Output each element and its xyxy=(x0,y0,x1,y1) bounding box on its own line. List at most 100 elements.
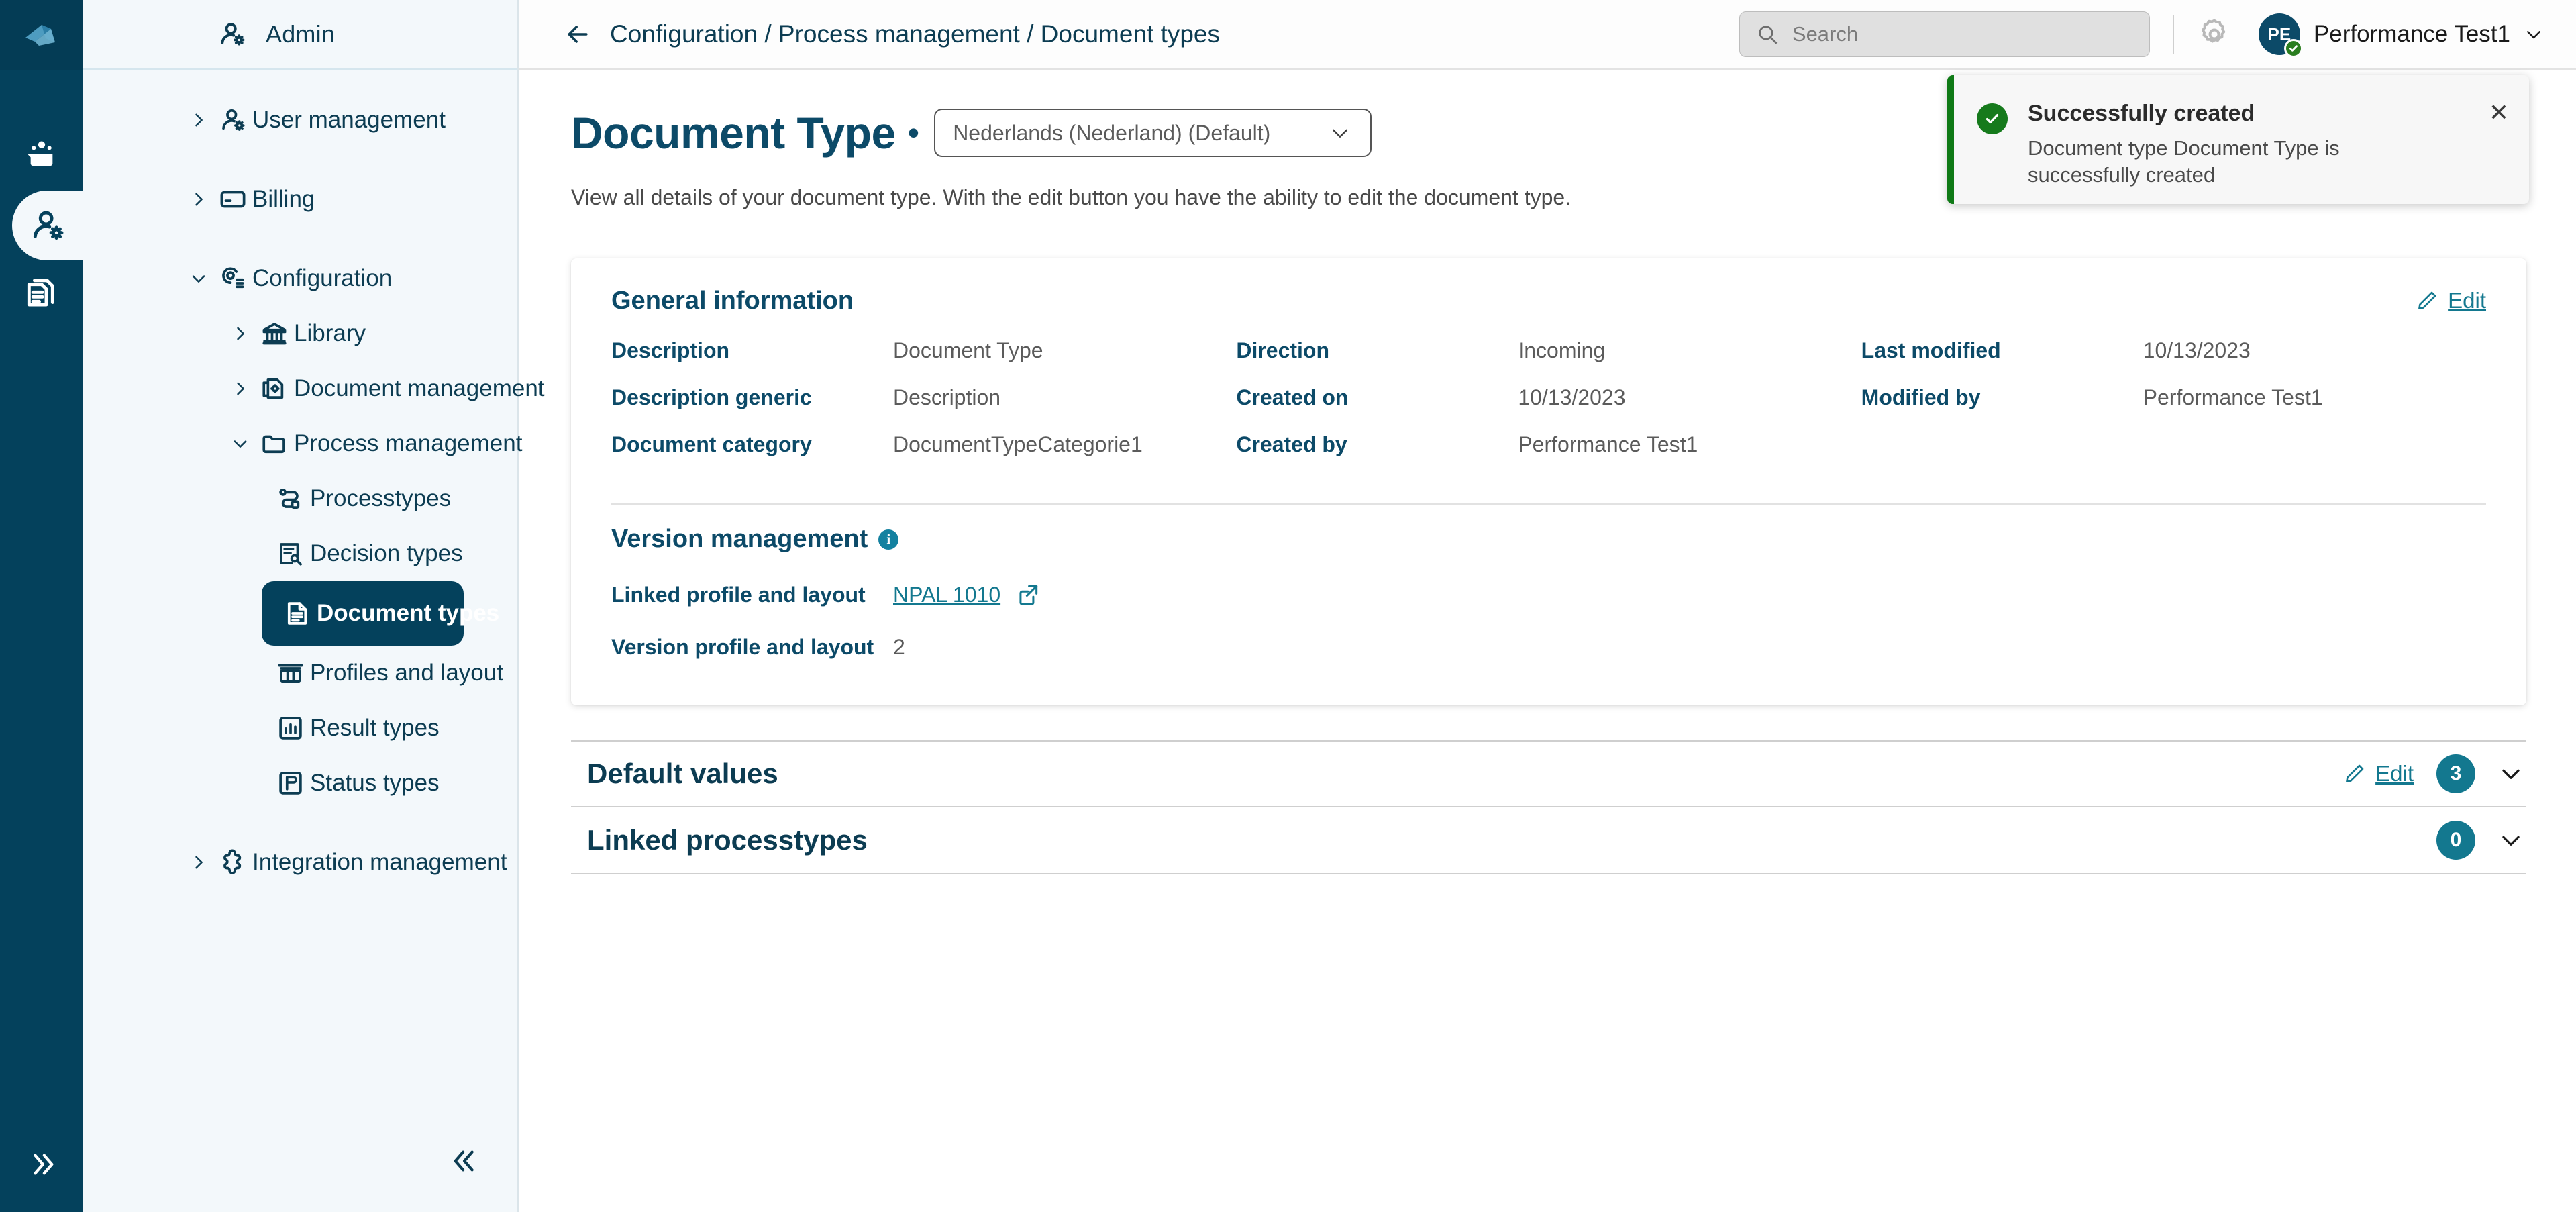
page-title: Document Type xyxy=(571,107,896,158)
check-circle-icon xyxy=(1977,103,2008,134)
user-menu[interactable]: PE Performance Test1 xyxy=(2259,13,2544,55)
field-key: Version profile and layout xyxy=(611,635,893,660)
field-key: Linked profile and layout xyxy=(611,583,893,607)
rail-item-documents[interactable] xyxy=(0,260,83,330)
gear-list-icon xyxy=(213,264,252,293)
sidebar-collapse-button[interactable] xyxy=(450,1146,481,1180)
linked-profile-row: Linked profile and layout NPAL 1010 xyxy=(611,568,2486,621)
pencil-icon xyxy=(2343,762,2366,785)
general-information-edit-button[interactable]: Edit xyxy=(2416,288,2486,313)
flag-icon xyxy=(271,769,310,797)
settings-button[interactable] xyxy=(2197,17,2232,52)
user-settings-icon xyxy=(217,19,247,49)
info-row: Direction Incoming xyxy=(1236,338,1861,385)
language-select[interactable]: Nederlands (Nederland) (Default) xyxy=(934,109,1372,157)
sidebar-item-label: Integration management xyxy=(252,849,507,876)
pencil-icon xyxy=(2416,289,2438,312)
edit-label: Edit xyxy=(2375,761,2414,787)
sidebar-item-decision-types[interactable]: Decision types xyxy=(83,526,517,581)
sidebar-item-billing[interactable]: Billing xyxy=(83,172,517,227)
field-value: Performance Test1 xyxy=(2143,385,2323,410)
bank-icon xyxy=(255,319,294,348)
accordion-actions: Edit 3 xyxy=(2343,754,2524,793)
online-status-badge xyxy=(2284,39,2303,58)
sidebar-item-label: Process management xyxy=(294,430,522,457)
rail-item-teams[interactable] xyxy=(0,121,83,191)
info-row: Last modified 10/13/2023 xyxy=(1861,338,2486,385)
accordion-default-values[interactable]: Default values Edit 3 xyxy=(571,740,2526,807)
icon-rail xyxy=(0,0,83,1212)
sidebar-item-label: Document management xyxy=(294,375,545,402)
sidebar-item-status-types[interactable]: Status types xyxy=(83,756,517,811)
user-settings-icon xyxy=(213,106,252,134)
sidebar-item-result-types[interactable]: Result types xyxy=(83,701,517,756)
chevron-right-icon xyxy=(184,111,213,130)
sidebar-item-configuration[interactable]: Configuration xyxy=(83,251,517,306)
search-placeholder: Search xyxy=(1792,22,1858,46)
general-information-section: General information Edit Description Doc… xyxy=(591,287,2486,673)
user-name: Performance Test1 xyxy=(2314,21,2510,48)
sidebar: Admin User management xyxy=(83,0,519,1212)
external-link-icon xyxy=(1015,582,1041,607)
topbar-divider xyxy=(2173,15,2174,54)
accordion-toggle[interactable] xyxy=(2498,827,2524,853)
accordion-linked-processtypes[interactable]: Linked processtypes 0 xyxy=(571,807,2526,874)
info-column-3: Last modified 10/13/2023 Modified by Per… xyxy=(1861,338,2486,479)
info-column-1: Description Document Type Description ge… xyxy=(611,338,1236,479)
sidebar-item-label: Status types xyxy=(310,770,440,797)
field-value: Incoming xyxy=(1518,338,1605,363)
field-value: Document Type xyxy=(893,338,1043,363)
external-link-button[interactable] xyxy=(1015,582,1041,607)
edit-label: Edit xyxy=(2448,288,2486,313)
title-separator: • xyxy=(908,113,920,152)
count-badge: 0 xyxy=(2436,821,2475,860)
check-icon xyxy=(2288,43,2299,54)
info-icon[interactable]: i xyxy=(878,529,898,550)
document-settings-icon xyxy=(255,374,294,403)
general-information-grid: Description Document Type Description ge… xyxy=(611,338,2486,479)
version-management-header: Version management i xyxy=(611,525,2486,554)
chevron-down-icon xyxy=(1329,121,1351,144)
teams-folder-icon xyxy=(23,137,60,174)
chevron-down-icon xyxy=(184,269,213,288)
credit-card-icon xyxy=(213,185,252,213)
sidebar-item-label: Configuration xyxy=(252,265,392,292)
accordion-actions: 0 xyxy=(2436,821,2524,860)
field-value: Performance Test1 xyxy=(1518,432,1698,457)
sidebar-item-library[interactable]: Library xyxy=(83,306,517,361)
user-settings-icon xyxy=(29,207,66,244)
default-values-edit-button[interactable]: Edit xyxy=(2343,761,2414,787)
sidebar-item-label: Decision types xyxy=(310,540,463,567)
sidebar-item-document-management[interactable]: Document management xyxy=(83,361,517,416)
sidebar-item-integration-management[interactable]: Integration management xyxy=(83,835,517,890)
chevron-down-icon xyxy=(2524,24,2544,44)
sidebar-header-label: Admin xyxy=(266,20,335,48)
field-value: Description xyxy=(893,385,1000,410)
version-profile-row: Version profile and layout 2 xyxy=(611,621,2486,673)
page-content: Document Type • Nederlands (Nederland) (… xyxy=(519,70,2576,1212)
details-card: General information Edit Description Doc… xyxy=(571,258,2526,705)
search-input[interactable]: Search xyxy=(1739,11,2150,57)
sidebar-item-profiles-and-layout[interactable]: Profiles and layout xyxy=(83,646,517,701)
sidebar-item-user-management[interactable]: User management xyxy=(83,93,517,148)
rail-item-admin[interactable] xyxy=(12,191,83,260)
app-logo[interactable] xyxy=(0,0,83,70)
sidebar-nav-list: User management Billing xyxy=(83,70,517,1212)
breadcrumb[interactable]: Configuration / Process management / Doc… xyxy=(610,20,1220,48)
back-button[interactable] xyxy=(563,19,593,49)
sidebar-item-process-management[interactable]: Process management xyxy=(83,416,517,471)
sidebar-item-document-types[interactable]: Document types xyxy=(262,581,464,646)
info-row: Description generic Description xyxy=(611,385,1236,432)
chevron-right-icon xyxy=(184,853,213,872)
linked-profile-link[interactable]: NPAL 1010 xyxy=(893,583,1000,607)
chart-icon xyxy=(271,714,310,742)
field-key: Direction xyxy=(1236,338,1518,363)
avatar: PE xyxy=(2259,13,2300,55)
folder-icon xyxy=(255,430,294,458)
accordion-toggle[interactable] xyxy=(2498,761,2524,787)
sidebar-item-processtypes[interactable]: Processtypes xyxy=(83,471,517,526)
toast-notification: Successfully created Document type Docum… xyxy=(1947,75,2529,204)
toast-close-button[interactable]: ✕ xyxy=(2475,101,2509,204)
rail-expand-button[interactable] xyxy=(0,1149,83,1180)
processtypes-icon xyxy=(271,485,310,513)
